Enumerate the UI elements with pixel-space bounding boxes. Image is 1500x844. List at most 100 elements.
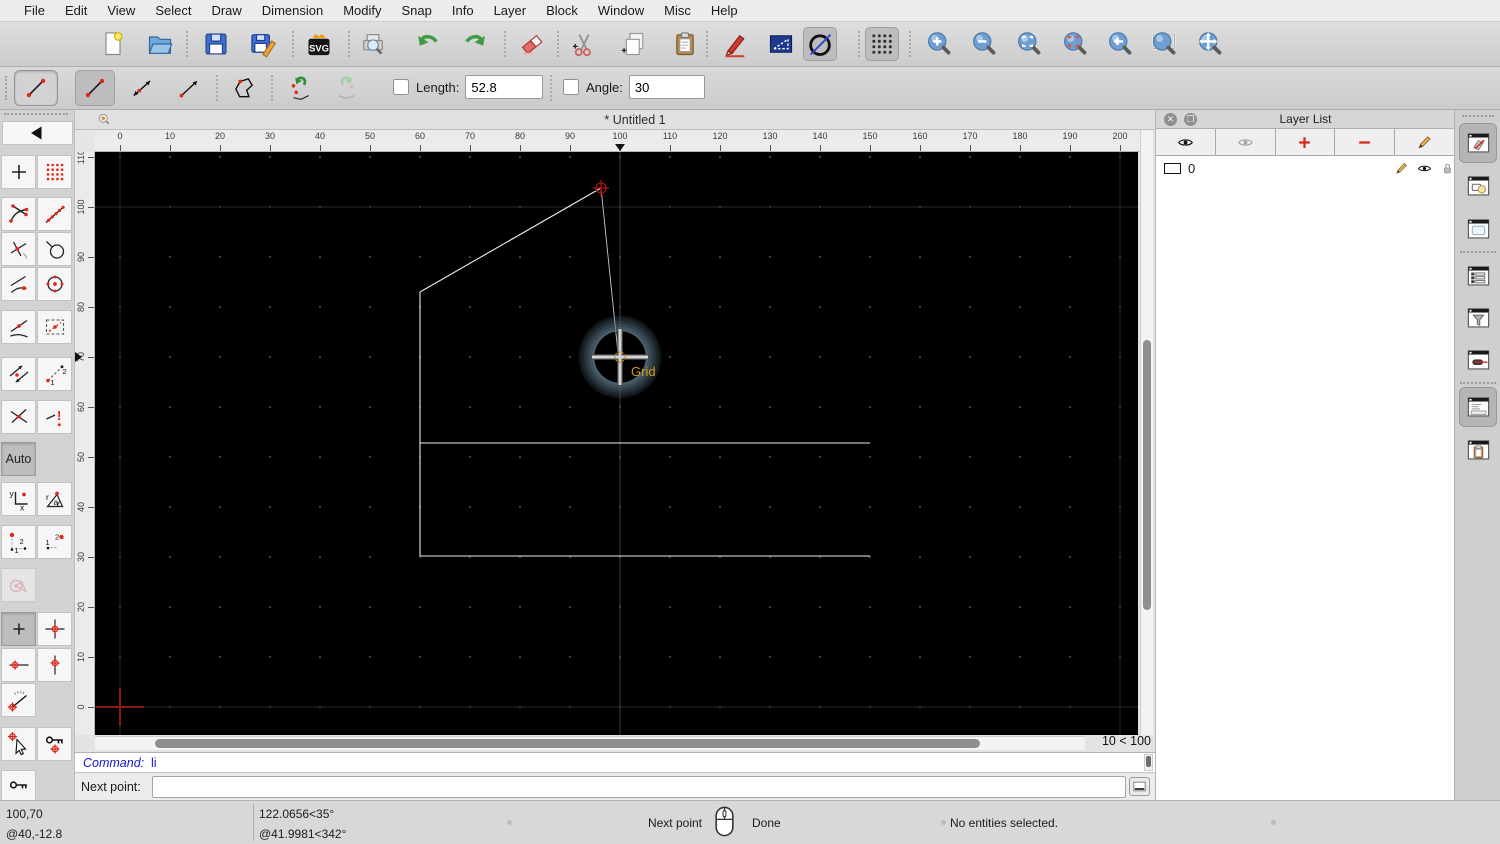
restrict-orthogonal-button[interactable] bbox=[1, 357, 36, 391]
paste-button[interactable] bbox=[668, 27, 702, 61]
line-arrow-button[interactable] bbox=[169, 70, 209, 106]
undo-button[interactable] bbox=[411, 27, 445, 61]
menu-modify[interactable]: Modify bbox=[333, 3, 391, 18]
vertical-scrollbar-thumb[interactable] bbox=[1143, 340, 1151, 610]
snap-center-button[interactable] bbox=[37, 267, 72, 301]
snap-on-entity-button[interactable] bbox=[37, 197, 72, 231]
draw-pen-button[interactable] bbox=[718, 27, 752, 61]
key-button[interactable] bbox=[1, 770, 36, 804]
protractor-button[interactable] bbox=[1, 683, 36, 717]
delete-button[interactable] bbox=[515, 27, 549, 61]
zoom-out-button[interactable] bbox=[967, 27, 1001, 61]
ref-point-2-button[interactable]: 12 bbox=[37, 525, 72, 559]
save-as-button[interactable] bbox=[246, 27, 280, 61]
menu-draw[interactable]: Draw bbox=[201, 3, 251, 18]
new-document-button[interactable] bbox=[96, 27, 130, 61]
menu-window[interactable]: Window bbox=[588, 3, 654, 18]
grid-button[interactable] bbox=[865, 27, 899, 61]
select-cursor-button[interactable] bbox=[1, 727, 36, 761]
polyline-button[interactable] bbox=[224, 70, 264, 106]
command-input[interactable] bbox=[152, 776, 1126, 798]
zoom-previous-button[interactable] bbox=[1103, 27, 1137, 61]
drawing-canvas[interactable]: Grid bbox=[95, 152, 1138, 735]
snap-free-button[interactable] bbox=[1, 155, 36, 189]
redo-button[interactable] bbox=[458, 27, 492, 61]
dock-layers-button[interactable] bbox=[1459, 123, 1497, 163]
layer-row[interactable]: 0 bbox=[1156, 158, 1455, 180]
crosshair-full-button[interactable] bbox=[37, 612, 72, 646]
line-segment-button[interactable] bbox=[75, 70, 115, 106]
key-target-button[interactable] bbox=[37, 727, 72, 761]
dock-library-button[interactable] bbox=[1459, 209, 1497, 249]
auto-snap-button[interactable]: Auto bbox=[1, 442, 36, 476]
order-button[interactable] bbox=[764, 27, 798, 61]
length-input[interactable] bbox=[465, 75, 544, 99]
dock-pen-button[interactable] bbox=[1459, 340, 1497, 380]
layer-minus-red-button[interactable] bbox=[1335, 129, 1396, 156]
print-preview-button[interactable] bbox=[356, 27, 390, 61]
snap-intersection-arc-button[interactable] bbox=[1, 232, 36, 266]
snap-grid-button[interactable] bbox=[37, 155, 72, 189]
snap-distance-button[interactable]: 12 bbox=[37, 357, 72, 391]
command-history-scrollbar[interactable] bbox=[1144, 754, 1153, 771]
coord-cartesian-button[interactable]: yx bbox=[1, 482, 36, 516]
snap-entity-box-button[interactable] bbox=[37, 310, 72, 344]
menu-file[interactable]: File bbox=[14, 3, 55, 18]
menu-edit[interactable]: Edit bbox=[55, 3, 97, 18]
menu-view[interactable]: View bbox=[97, 3, 145, 18]
snap-endpoint-button[interactable] bbox=[1, 197, 36, 231]
horizontal-scrollbar-thumb[interactable] bbox=[155, 739, 980, 748]
zoom-window-button[interactable] bbox=[1147, 27, 1181, 61]
angle-checkbox[interactable] bbox=[563, 79, 579, 95]
layer-visible-icon[interactable] bbox=[1417, 161, 1432, 179]
collapse-left-button[interactable] bbox=[2, 121, 73, 145]
line-double-arrow-button[interactable] bbox=[122, 70, 162, 106]
target-vertical-button[interactable] bbox=[37, 648, 72, 682]
zoom-in-button[interactable] bbox=[922, 27, 956, 61]
horizontal-scrollbar[interactable] bbox=[95, 736, 1085, 750]
snap-tangent-button[interactable] bbox=[1, 267, 36, 301]
dock-clipboard-button[interactable] bbox=[1459, 430, 1497, 470]
layer-pencil-button[interactable] bbox=[1395, 129, 1455, 156]
target-horizontal-button[interactable] bbox=[1, 648, 36, 682]
save-button[interactable] bbox=[199, 27, 233, 61]
dock-command-button[interactable] bbox=[1459, 387, 1497, 427]
ref-point-1-button[interactable]: 12 bbox=[1, 525, 36, 559]
cut-button[interactable] bbox=[567, 27, 601, 61]
layer-plus-red-button[interactable] bbox=[1275, 129, 1336, 156]
copy-button[interactable] bbox=[617, 27, 651, 61]
zoom-pan-button[interactable] bbox=[1193, 27, 1227, 61]
draft-mode-button[interactable] bbox=[803, 27, 837, 61]
dock-blocks-button[interactable] bbox=[1459, 166, 1497, 206]
length-checkbox[interactable] bbox=[393, 79, 409, 95]
angle-input[interactable] bbox=[628, 75, 705, 99]
menu-dimension[interactable]: Dimension bbox=[252, 3, 333, 18]
restrict-nothing-button[interactable]: ! bbox=[37, 400, 72, 434]
command-toggle-button[interactable] bbox=[1129, 777, 1150, 796]
layer-eye-button[interactable] bbox=[1156, 129, 1216, 156]
menu-layer[interactable]: Layer bbox=[484, 3, 537, 18]
vertical-scrollbar[interactable] bbox=[1140, 130, 1153, 735]
layer-edit-icon[interactable] bbox=[1394, 161, 1409, 179]
snap-circle-button[interactable] bbox=[37, 232, 72, 266]
snap-middle-button[interactable] bbox=[1, 310, 36, 344]
dock-filter-button[interactable] bbox=[1459, 298, 1497, 338]
zoom-selected-button[interactable] bbox=[1058, 27, 1092, 61]
coord-polar-button[interactable]: ra bbox=[37, 482, 72, 516]
dock-entities-button[interactable] bbox=[1459, 256, 1497, 296]
snap-intersection-button[interactable] bbox=[1, 400, 36, 434]
menu-select[interactable]: Select bbox=[145, 3, 201, 18]
undo-segment-button[interactable] bbox=[280, 70, 320, 106]
menu-block[interactable]: Block bbox=[536, 3, 588, 18]
menu-help[interactable]: Help bbox=[701, 3, 748, 18]
svg-export-button[interactable]: SVG bbox=[302, 27, 336, 61]
crosshair-small-button[interactable] bbox=[1, 612, 36, 646]
menu-info[interactable]: Info bbox=[442, 3, 484, 18]
layer-lock-icon[interactable] bbox=[1440, 161, 1455, 179]
menu-snap[interactable]: Snap bbox=[392, 3, 442, 18]
menu-misc[interactable]: Misc bbox=[654, 3, 701, 18]
layer-eye-gray-button[interactable] bbox=[1215, 129, 1276, 156]
open-button[interactable] bbox=[143, 27, 177, 61]
redo-segment-button[interactable] bbox=[327, 70, 367, 106]
zoom-auto-button[interactable] bbox=[1012, 27, 1046, 61]
